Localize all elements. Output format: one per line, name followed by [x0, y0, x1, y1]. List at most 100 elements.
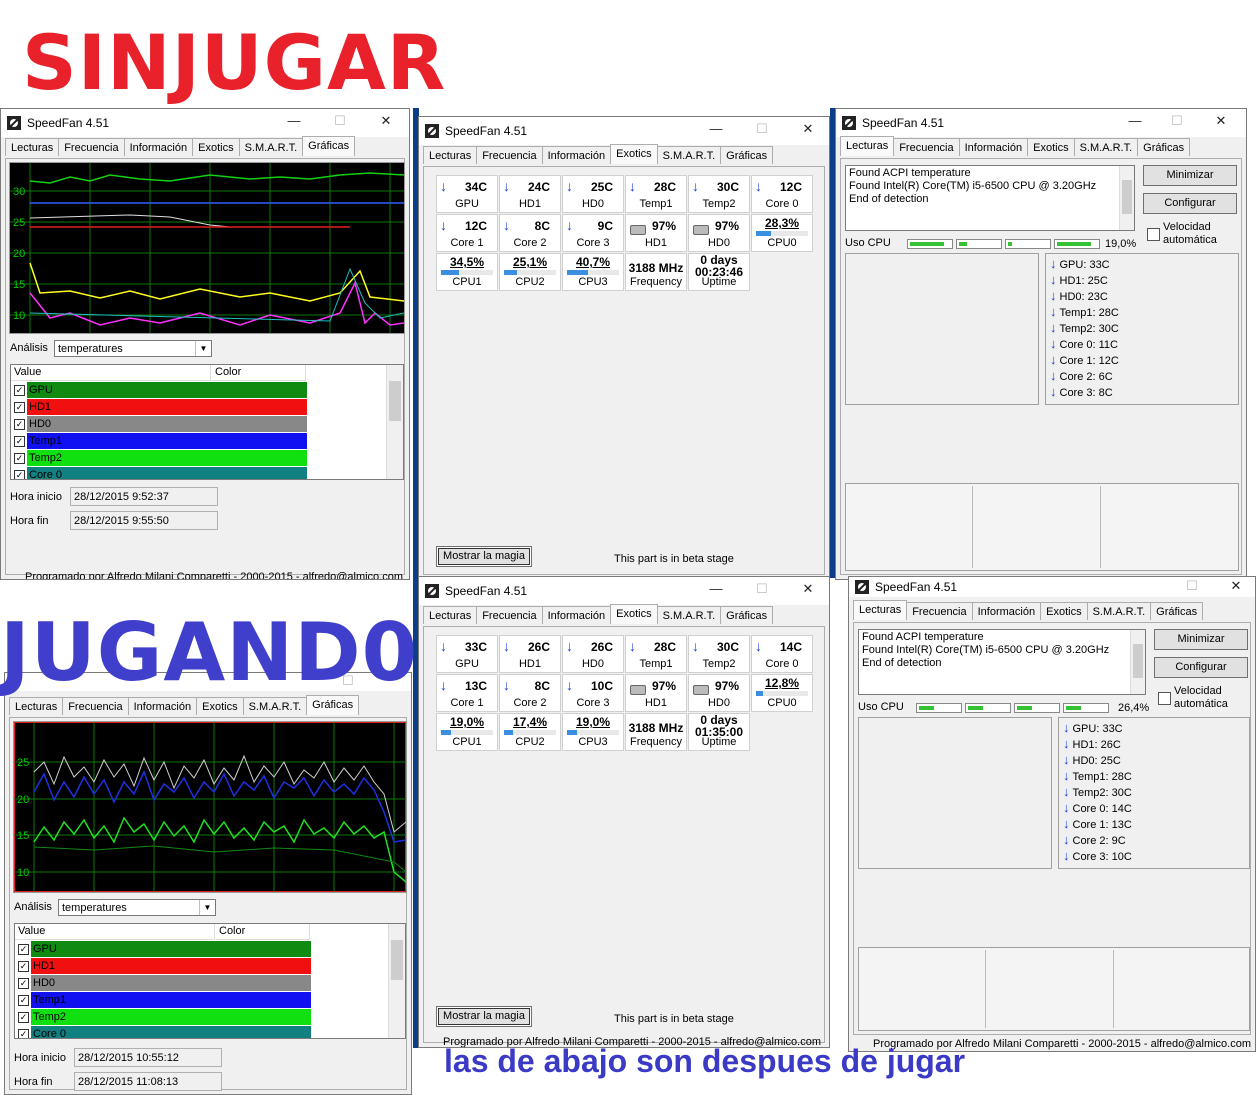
- scroll-thumb[interactable]: [1122, 180, 1132, 214]
- tab-graficas[interactable]: Gráficas: [302, 136, 356, 156]
- title-bar[interactable]: SpeedFan 4.51 — ☐ ✕: [419, 577, 829, 605]
- minimize-icon[interactable]: —: [707, 581, 725, 596]
- scroll-thumb[interactable]: [391, 940, 403, 980]
- tab-lecturas[interactable]: Lecturas: [9, 697, 64, 715]
- tab-graficas[interactable]: Gráficas: [1137, 138, 1191, 156]
- column-header-color[interactable]: Color: [216, 924, 310, 940]
- checkbox[interactable]: ✓: [18, 961, 29, 972]
- tab-smart[interactable]: S.M.A.R.T.: [1086, 602, 1152, 620]
- checkbox[interactable]: ✓: [14, 453, 25, 464]
- column-header-color[interactable]: Color: [212, 365, 306, 381]
- tab-frecuencia[interactable]: Frecuencia: [476, 146, 543, 164]
- title-bar[interactable]: SpeedFan 4.51 — ☐ ✕: [419, 117, 829, 145]
- list-scrollbar[interactable]: [388, 924, 405, 1038]
- checkbox[interactable]: ✓: [14, 436, 25, 447]
- tab-graficas[interactable]: Gráficas: [720, 146, 774, 164]
- list-item[interactable]: ✓ Temp2: [15, 1009, 315, 1026]
- tab-exotics[interactable]: Exotics: [1040, 602, 1088, 620]
- detection-log[interactable]: Found ACPI temperature Found Intel(R) Co…: [845, 165, 1135, 231]
- title-bar[interactable]: SpeedFan 4.51 — ☐ ✕: [836, 109, 1246, 137]
- tab-lecturas[interactable]: Lecturas: [5, 138, 60, 156]
- close-icon[interactable]: ✕: [1227, 578, 1245, 594]
- close-icon[interactable]: ✕: [799, 581, 817, 597]
- tab-smart[interactable]: S.M.A.R.T.: [242, 697, 308, 715]
- tab-smart[interactable]: S.M.A.R.T.: [656, 606, 722, 624]
- tab-exotics[interactable]: Exotics: [196, 697, 244, 715]
- tab-smart[interactable]: S.M.A.R.T.: [656, 146, 722, 164]
- maximize-icon[interactable]: ☐: [753, 121, 771, 137]
- auto-speed-checkbox[interactable]: [1158, 692, 1171, 705]
- detection-log[interactable]: Found ACPI temperature Found Intel(R) Co…: [858, 629, 1146, 695]
- minimize-icon[interactable]: —: [1126, 113, 1144, 128]
- close-icon[interactable]: ✕: [799, 121, 817, 137]
- tab-exotics[interactable]: Exotics: [1027, 138, 1075, 156]
- checkbox[interactable]: ✓: [14, 402, 25, 413]
- list-item[interactable]: ✓ HD0: [11, 416, 311, 433]
- configurar-button[interactable]: Configurar: [1154, 657, 1248, 678]
- list-scrollbar[interactable]: [386, 365, 403, 479]
- tab-informacion[interactable]: Información: [127, 697, 198, 715]
- title-bar[interactable]: SpeedFan 4.51 — ☐ ✕: [1, 109, 409, 137]
- tab-lecturas[interactable]: Lecturas: [840, 136, 895, 156]
- list-item[interactable]: ✓ GPU: [11, 382, 311, 399]
- tab-lecturas[interactable]: Lecturas: [423, 146, 478, 164]
- checkbox[interactable]: ✓: [14, 419, 25, 430]
- title-bar[interactable]: SpeedFan 4.51 ☐ ✕: [849, 577, 1255, 597]
- mostrar-magia-button[interactable]: Mostrar la magia: [436, 1006, 532, 1027]
- maximize-icon[interactable]: ☐: [753, 581, 771, 597]
- tab-informacion[interactable]: Información: [958, 138, 1029, 156]
- minimizar-button[interactable]: Minimizar: [1143, 165, 1237, 186]
- chevron-down-icon[interactable]: ▼: [195, 341, 211, 356]
- analysis-select[interactable]: temperatures ▼: [54, 340, 212, 357]
- list-item[interactable]: ✓ Temp1: [11, 433, 311, 450]
- list-item[interactable]: ✓ HD1: [11, 399, 311, 416]
- maximize-icon[interactable]: ☐: [1183, 578, 1201, 594]
- tab-lecturas[interactable]: Lecturas: [423, 606, 478, 624]
- scroll-thumb[interactable]: [389, 381, 401, 421]
- tab-graficas[interactable]: Gráficas: [1150, 602, 1204, 620]
- checkbox[interactable]: ✓: [14, 385, 25, 396]
- log-scrollbar[interactable]: [1119, 166, 1134, 230]
- tab-informacion[interactable]: Información: [541, 146, 612, 164]
- log-scrollbar[interactable]: [1130, 630, 1145, 694]
- maximize-icon[interactable]: ☐: [1168, 113, 1186, 129]
- minimizar-button[interactable]: Minimizar: [1154, 629, 1248, 650]
- tab-informacion[interactable]: Información: [541, 606, 612, 624]
- tab-informacion[interactable]: Información: [123, 138, 194, 156]
- list-item[interactable]: ✓ Temp1: [15, 992, 315, 1009]
- tab-smart[interactable]: S.M.A.R.T.: [238, 138, 304, 156]
- list-item[interactable]: ✓ HD0: [15, 975, 315, 992]
- checkbox[interactable]: ✓: [18, 944, 29, 955]
- close-icon[interactable]: ✕: [377, 113, 395, 129]
- maximize-icon[interactable]: ☐: [331, 113, 349, 129]
- list-item[interactable]: ✓ GPU: [15, 941, 315, 958]
- chevron-down-icon[interactable]: ▼: [199, 900, 215, 915]
- mostrar-magia-button[interactable]: Mostrar la magia: [436, 546, 532, 567]
- tab-smart[interactable]: S.M.A.R.T.: [1073, 138, 1139, 156]
- list-item[interactable]: ✓ Core 0: [11, 467, 311, 479]
- close-icon[interactable]: ✕: [1212, 113, 1230, 129]
- list-item[interactable]: ✓ Core 0: [15, 1026, 315, 1038]
- tab-informacion[interactable]: Información: [971, 602, 1042, 620]
- checkbox[interactable]: ✓: [18, 995, 29, 1006]
- list-item[interactable]: ✓ Temp2: [11, 450, 311, 467]
- tab-exotics[interactable]: Exotics: [610, 144, 658, 164]
- tab-lecturas[interactable]: Lecturas: [853, 600, 908, 620]
- tab-exotics[interactable]: Exotics: [610, 604, 658, 624]
- tab-frecuencia[interactable]: Frecuencia: [906, 602, 973, 620]
- checkbox[interactable]: ✓: [14, 470, 25, 479]
- minimize-icon[interactable]: —: [285, 113, 303, 128]
- checkbox[interactable]: ✓: [18, 1012, 29, 1023]
- auto-speed-checkbox[interactable]: [1147, 228, 1160, 241]
- tab-exotics[interactable]: Exotics: [192, 138, 240, 156]
- tab-frecuencia[interactable]: Frecuencia: [893, 138, 960, 156]
- configurar-button[interactable]: Configurar: [1143, 193, 1237, 214]
- checkbox[interactable]: ✓: [18, 978, 29, 989]
- tab-graficas[interactable]: Gráficas: [720, 606, 774, 624]
- tab-frecuencia[interactable]: Frecuencia: [58, 138, 125, 156]
- column-header-value[interactable]: Value: [11, 365, 211, 381]
- column-header-value[interactable]: Value: [15, 924, 215, 940]
- scroll-thumb[interactable]: [1133, 644, 1143, 678]
- tab-frecuencia[interactable]: Frecuencia: [62, 697, 129, 715]
- minimize-icon[interactable]: —: [707, 121, 725, 136]
